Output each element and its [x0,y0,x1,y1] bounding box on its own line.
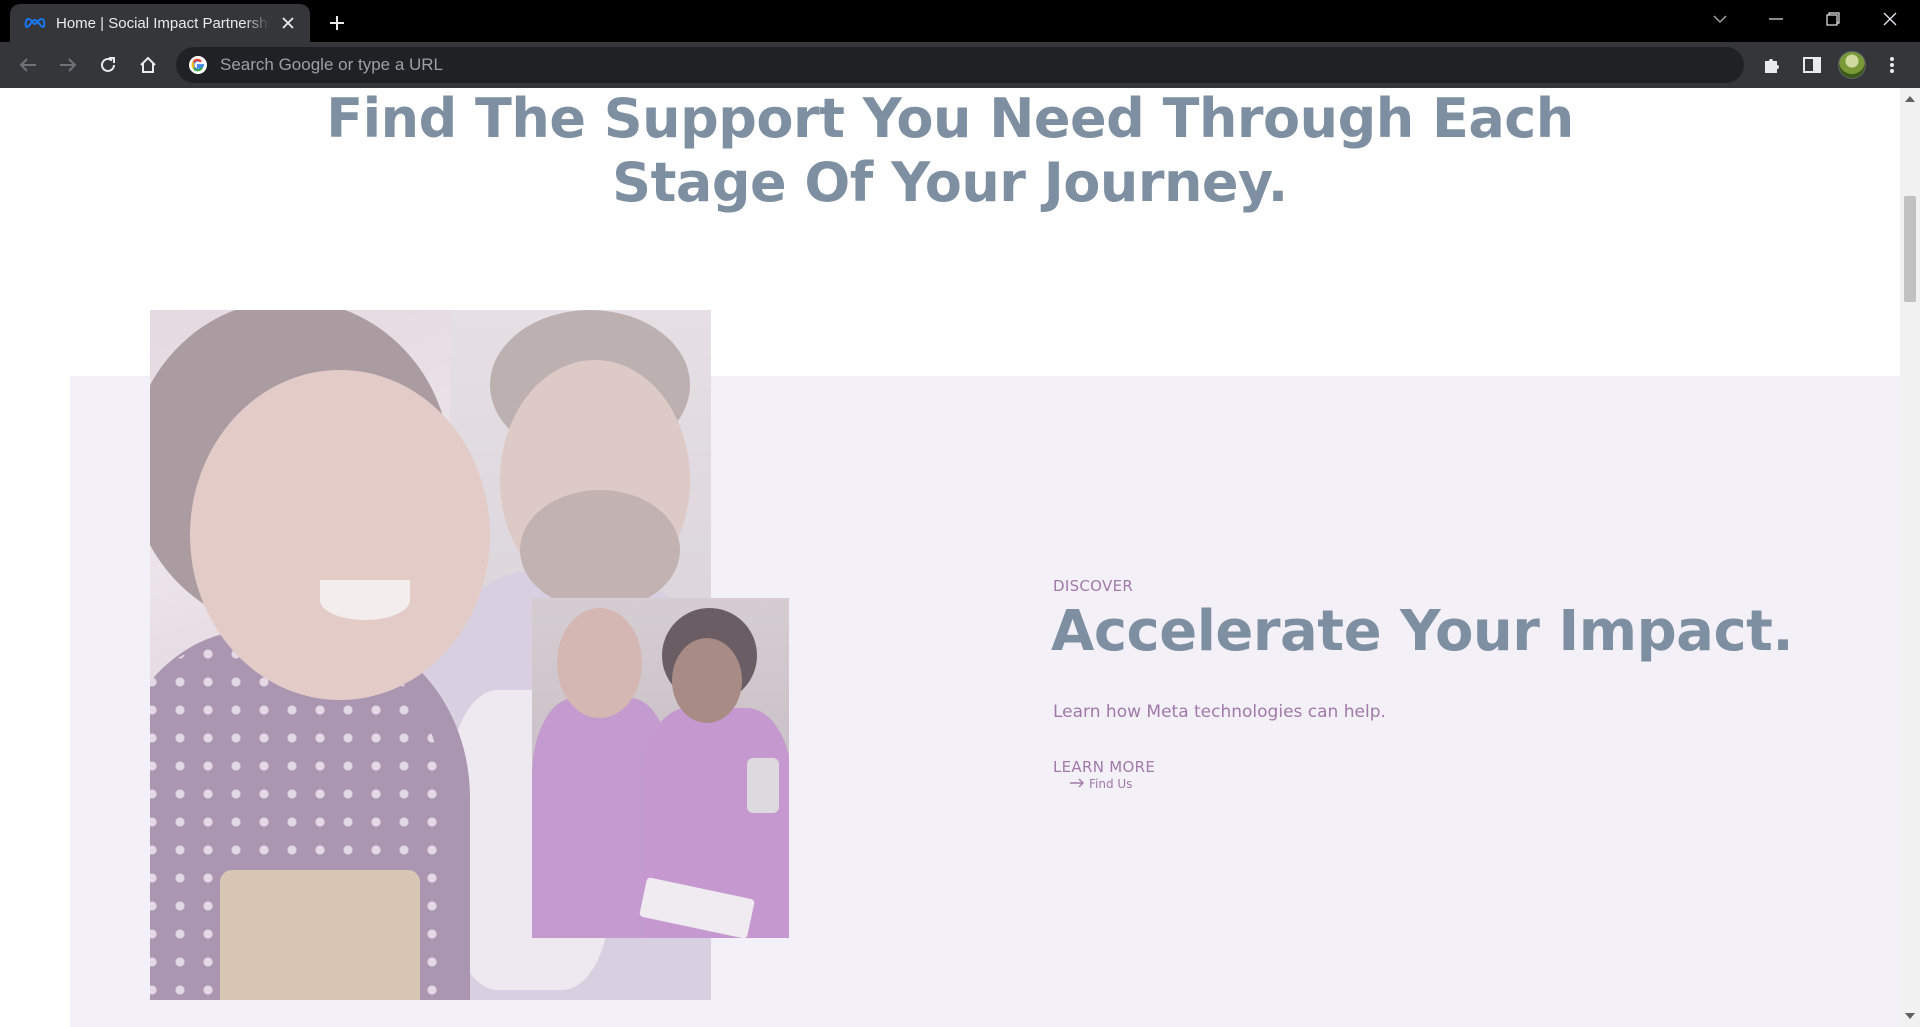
find-us-link[interactable]: Find Us [1069,777,1132,791]
kebab-menu-icon[interactable] [1878,51,1906,79]
close-icon[interactable] [278,13,298,33]
avatar [1838,51,1866,79]
plus-icon[interactable] [324,10,350,36]
browser-tab-bar: Home | Social Impact Partnership [0,0,1920,42]
address-bar[interactable] [176,47,1744,83]
scrollbar-thumb[interactable] [1904,196,1916,302]
home-icon[interactable] [134,51,162,79]
page-scrollbar[interactable] [1900,88,1920,1027]
restore-icon[interactable] [1805,0,1861,38]
profile-avatar[interactable] [1838,51,1866,79]
side-panel-icon[interactable] [1798,51,1826,79]
arrow-left-icon[interactable] [14,51,42,79]
meta-logo-icon [24,15,46,31]
section-subtext: Learn how Meta technologies can help. [1053,702,1386,722]
hero-heading-line2: Stage Of Your Journey. [612,151,1288,214]
omnibox-input[interactable] [218,54,1622,76]
volunteers-photo [532,598,789,938]
google-g-icon [189,56,207,74]
tab-title: Home | Social Impact Partnership [56,14,270,32]
arrow-right-icon [1069,777,1085,791]
scroll-down-icon[interactable] [1905,1013,1915,1019]
find-us-label: Find Us [1089,777,1133,791]
window-close-icon[interactable] [1862,0,1918,38]
section-eyebrow: DISCOVER [1053,577,1134,595]
browser-tab-active[interactable]: Home | Social Impact Partnership [10,4,310,42]
browser-toolbar [0,42,1920,88]
chevron-down-icon[interactable] [1692,0,1748,38]
learn-more-link[interactable]: LEARN MORE [1053,758,1155,776]
arrow-right-icon[interactable] [54,51,82,79]
page-viewport: Find The Support You Need Through Each S… [0,88,1900,1027]
reload-icon[interactable] [94,51,122,79]
minimize-icon[interactable] [1748,0,1804,38]
hero-heading-line1: Find The Support You Need Through Each [326,88,1574,150]
hero-heading: Find The Support You Need Through Each S… [0,88,1900,215]
puzzle-icon[interactable] [1758,51,1786,79]
section-heading: Accelerate Your Impact. [1051,599,1794,664]
scroll-up-icon[interactable] [1905,96,1915,102]
